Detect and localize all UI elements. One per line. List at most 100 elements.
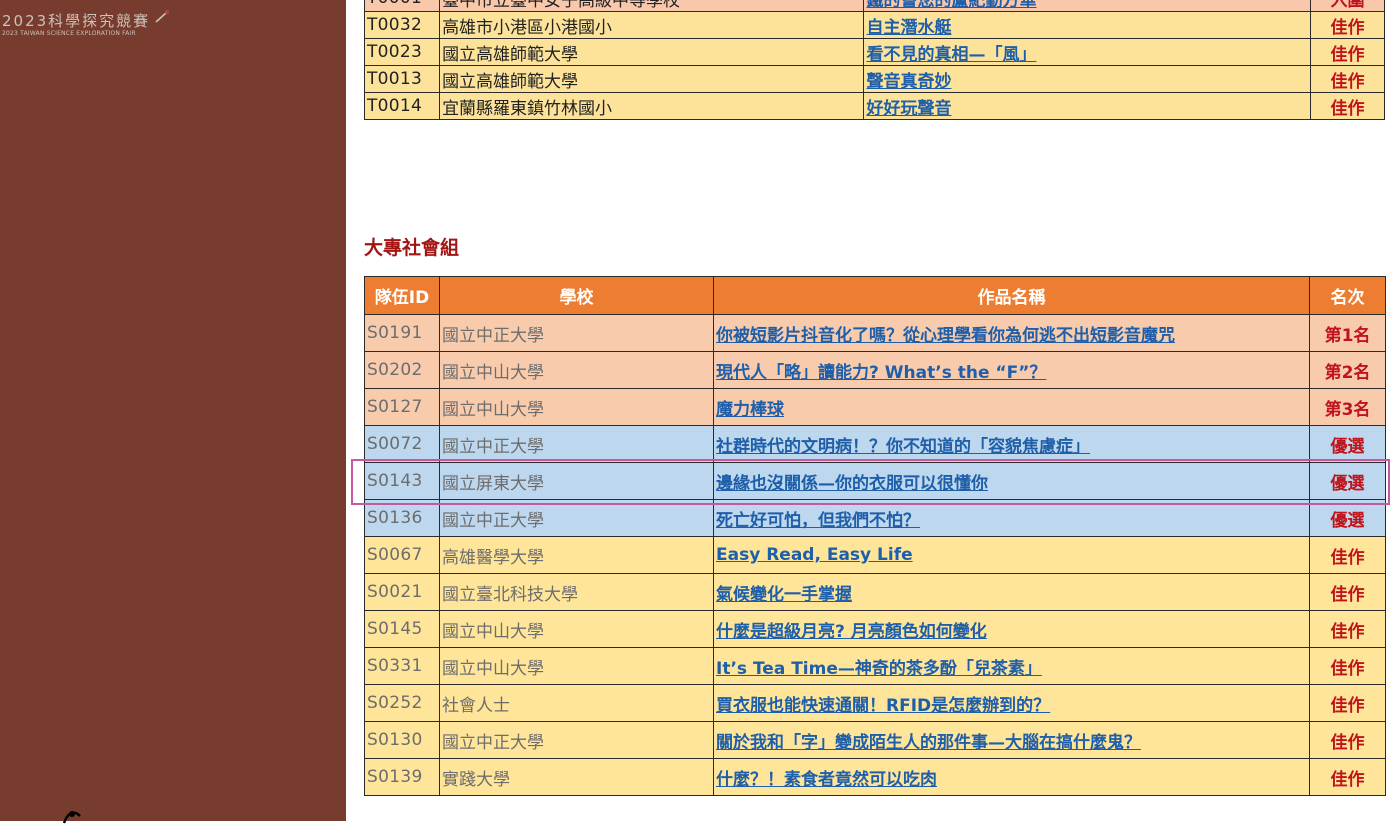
team-id-cell: T0032 [363,11,441,39]
table-row: S0331 國立中山大學 It’s Tea Time—神奇的茶多酚「兒茶素」 佳作 [364,647,1386,685]
team-id-cell: S0191 [364,314,440,352]
title-cell: 聲音真奇妙 [863,65,1311,93]
title-cell: 氣候變化一手掌握 [713,573,1310,611]
work-title-link[interactable]: 社群時代的文明病！？你不知道的「容貌焦慮症」 [716,437,1090,457]
school-cell: 國立中正大學 [439,314,714,352]
school-cell: 國立中山大學 [439,647,714,685]
table-row: S0067 高雄醫學大學 Easy Read, Easy Life 佳作 [364,536,1386,574]
work-title-link[interactable]: Easy Read, Easy Life [716,545,913,565]
school-cell: 國立高雄師範大學 [439,65,865,93]
school-cell: 高雄醫學大學 [439,536,714,574]
team-id-cell: S0252 [364,684,440,722]
table-row: S0072 國立中正大學 社群時代的文明病！？你不知道的「容貌焦慮症」 優選 [364,425,1386,463]
title-cell: 什麼是超級月亮? 月亮顏色如何變化 [713,610,1310,648]
rank-cell: 優選 [1309,499,1386,537]
table-row: T0032 高雄市小港區小港國小 自主潛水艇 佳作 [363,11,1386,39]
team-id-cell: S0202 [364,351,440,389]
rank-cell: 佳作 [1309,721,1386,759]
work-title-link[interactable]: 魔力棒球 [716,400,784,420]
work-title-link[interactable]: 什麼？！素食者竟然可以吃肉 [716,770,937,790]
rank-cell: 佳作 [1309,684,1386,722]
title-cell: 鐵的嘗您的盧紀勤方華 [863,0,1311,12]
table-row: T0013 國立高雄師範大學 聲音真奇妙 佳作 [363,65,1386,93]
rank-cell: 佳作 [1309,536,1386,574]
rank-cell: 入圍 [1309,0,1386,12]
rank-cell: 佳作 [1309,610,1386,648]
column-header-title: 作品名稱 [713,276,1310,315]
table-row: S0127 國立中山大學 魔力棒球 第3名 [364,388,1386,426]
previous-group-table: T0001臺中市立臺中女子高級中等學校鐵的嘗您的盧紀勤方華入圍T0032高雄市小… [363,0,1386,120]
work-title-link[interactable]: 氣候變化一手掌握 [716,585,852,605]
work-title-link[interactable]: 死亡好可怕，但我們不怕？ [716,511,920,531]
work-title-link[interactable]: 好好玩聲音 [866,99,951,119]
rank-cell: 佳作 [1309,647,1386,685]
school-cell: 高雄市小港區小港國小 [439,11,865,39]
rocket-icon [155,10,169,23]
table-row: T0014 宜蘭縣羅東鎮竹林國小 好好玩聲音 佳作 [363,92,1386,120]
work-title-link[interactable]: 鐵的嘗您的盧紀勤方華 [866,0,1036,11]
school-cell: 國立中山大學 [439,610,714,648]
title-cell: 自主潛水艇 [863,11,1311,39]
school-cell: 國立中正大學 [439,425,714,463]
school-cell: 社會人士 [439,684,714,722]
title-cell: Easy Read, Easy Life [713,536,1310,574]
school-cell: 臺中市立臺中女子高級中等學校 [439,0,865,12]
table-row: S0139 實踐大學 什麼？！素食者竟然可以吃肉 佳作 [364,758,1386,796]
work-title-link[interactable]: 邊緣也沒關係—你的衣服可以很懂你 [716,474,988,494]
team-id-cell: T0013 [363,65,441,93]
table-header-row: 隊伍ID 學校 作品名稱 名次 [364,276,1386,315]
title-cell: 你被短影片抖音化了嗎？從心理學看你為何逃不出短影音魔咒 [713,314,1310,352]
table-row: S0130 國立中正大學 關於我和「字」變成陌生人的那件事—大腦在搞什麼鬼？ 佳作 [364,721,1386,759]
table-row: T0023 國立高雄師範大學 看不見的真相—「風」 佳作 [363,38,1386,66]
work-title-link[interactable]: 買衣服也能快速通關！RFID是怎麼辦到的？ [716,696,1050,716]
title-cell: 現代人「略」讀能力? What’s the “F”？ [713,351,1310,389]
title-cell: It’s Tea Time—神奇的茶多酚「兒茶素」 [713,647,1310,685]
column-header-id: 隊伍ID [364,276,440,315]
table-row: S0021 國立臺北科技大學 氣候變化一手掌握 佳作 [364,573,1386,611]
table-row: S0143 國立屏東大學 邊緣也沒關係—你的衣服可以很懂你 優選 [364,462,1386,500]
table-row: S0136 國立中正大學 死亡好可怕，但我們不怕？ 優選 [364,499,1386,537]
team-id-cell: S0072 [364,425,440,463]
column-header-rank: 名次 [1309,276,1386,315]
rank-cell: 佳作 [1309,92,1386,120]
rank-cell: 第1名 [1309,314,1386,352]
team-id-cell: T0023 [363,38,441,66]
work-title-link[interactable]: 關於我和「字」變成陌生人的那件事—大腦在搞什麼鬼？ [716,733,1141,753]
school-cell: 宜蘭縣羅東鎮竹林國小 [439,92,865,120]
team-id-cell: S0139 [364,758,440,796]
school-cell: 國立高雄師範大學 [439,38,865,66]
work-title-link[interactable]: 現代人「略」讀能力? What’s the “F”？ [716,363,1046,383]
rank-cell: 佳作 [1309,65,1386,93]
table-row: S0252 社會人士 買衣服也能快速通關！RFID是怎麼辦到的？ 佳作 [364,684,1386,722]
work-title-link[interactable]: It’s Tea Time—神奇的茶多酚「兒茶素」 [716,659,1042,679]
team-id-cell: T0014 [363,92,441,120]
section-title: 大專社會組 [364,237,460,259]
logo-subtitle: 2023 TAIWAN SCIENCE EXPLORATION FAIR [2,30,136,37]
rank-cell: 佳作 [1309,573,1386,611]
work-title-link[interactable]: 自主潛水艇 [866,18,951,38]
school-cell: 國立屏東大學 [439,462,714,500]
title-cell: 什麼？！素食者竟然可以吃肉 [713,758,1310,796]
school-cell: 國立臺北科技大學 [439,573,714,611]
main-content: T0001臺中市立臺中女子高級中等學校鐵的嘗您的盧紀勤方華入圍T0032高雄市小… [346,0,1399,821]
work-title-link[interactable]: 什麼是超級月亮? 月亮顏色如何變化 [716,622,987,642]
school-cell: 國立中正大學 [439,499,714,537]
work-title-link[interactable]: 看不見的真相—「風」 [866,45,1036,65]
work-title-link[interactable]: 聲音真奇妙 [866,72,951,92]
school-cell: 國立中山大學 [439,351,714,389]
school-cell: 實踐大學 [439,758,714,796]
team-id-cell: S0130 [364,721,440,759]
rank-cell: 優選 [1309,462,1386,500]
title-cell: 邊緣也沒關係—你的衣服可以很懂你 [713,462,1310,500]
work-title-link[interactable]: 你被短影片抖音化了嗎？從心理學看你為何逃不出短影音魔咒 [716,326,1175,346]
logo-title: 2023科學探究競賽 [2,12,151,30]
sidebar: 2023科學探究競賽 2023 TAIWAN SCIENCE EXPLORATI… [0,0,346,824]
rank-cell: 第2名 [1309,351,1386,389]
table-row: S0191 國立中正大學 你被短影片抖音化了嗎？從心理學看你為何逃不出短影音魔咒 第1… [364,314,1386,352]
title-cell: 看不見的真相—「風」 [863,38,1311,66]
competition-logo[interactable]: 2023科學探究競賽 2023 TAIWAN SCIENCE EXPLORATI… [2,10,169,38]
title-cell: 好好玩聲音 [863,92,1311,120]
table-row: S0145 國立中山大學 什麼是超級月亮? 月亮顏色如何變化 佳作 [364,610,1386,648]
school-cell: 國立中正大學 [439,721,714,759]
title-cell: 買衣服也能快速通關！RFID是怎麼辦到的？ [713,684,1310,722]
